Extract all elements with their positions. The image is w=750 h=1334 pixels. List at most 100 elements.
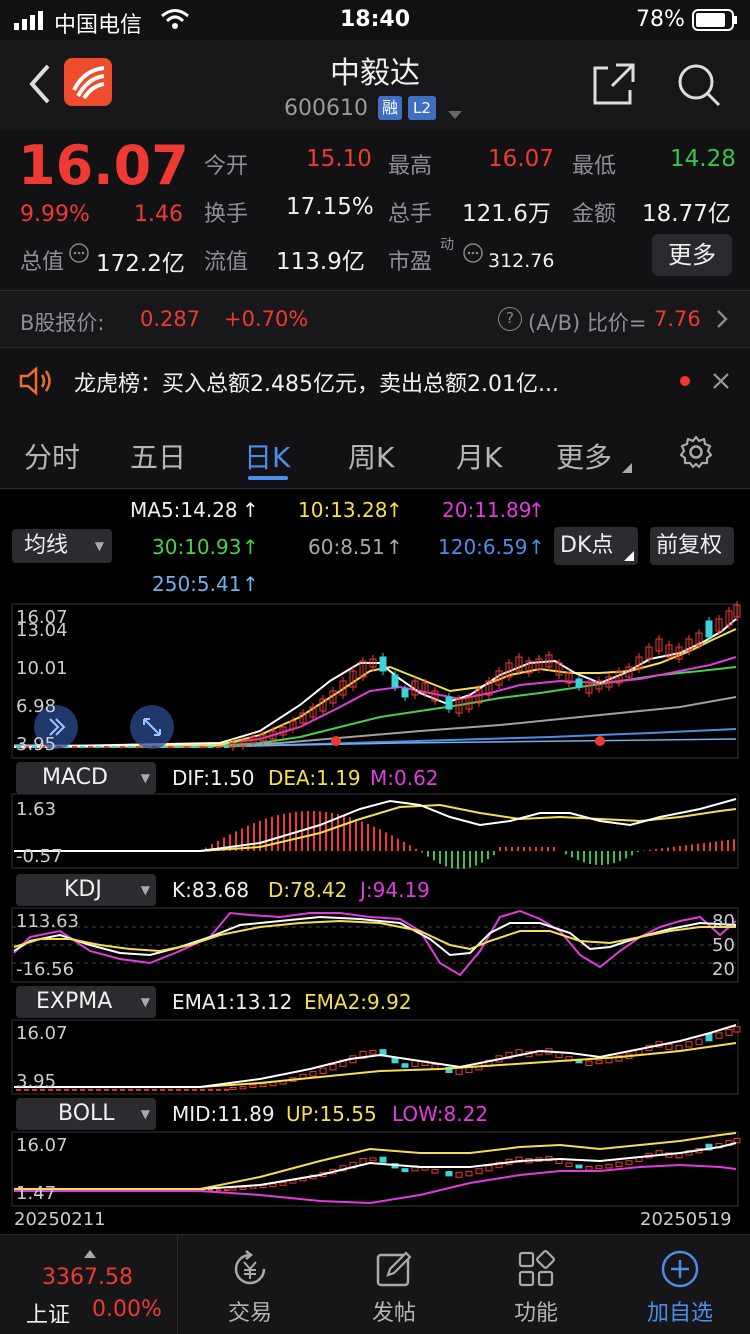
macd-m: M:0.62 xyxy=(370,766,439,790)
expma-selector[interactable]: EXPMA ▼ xyxy=(16,986,156,1018)
help-icon[interactable]: ? xyxy=(498,307,522,331)
kline-y-3: 10.01 xyxy=(16,658,68,679)
kdj-y-min: -16.56 xyxy=(16,959,75,980)
close-icon[interactable] xyxy=(712,372,730,394)
battery-icon xyxy=(692,9,738,37)
dropdown-triangle-icon[interactable] xyxy=(448,104,462,123)
dropdown-arrow-icon: ▼ xyxy=(140,771,150,785)
macd-y-min: -0.57 xyxy=(16,846,63,867)
float-label: 流值 xyxy=(204,250,249,275)
stock-header: 中毅达 600610 融 L2 xyxy=(0,40,750,130)
up-arrow-icon: ↑ xyxy=(242,498,259,522)
dk-buy-point xyxy=(595,736,605,746)
nav-add-watchlist-label: 加自选 xyxy=(646,1301,713,1326)
stock-name: 中毅达 xyxy=(330,56,420,91)
open-value: 15.10 xyxy=(306,146,372,172)
adjust-button[interactable]: 前复权 xyxy=(650,527,734,565)
index-ticker[interactable]: 3367.58 上证 0.00% xyxy=(0,1235,178,1334)
expand-up-icon xyxy=(84,1243,96,1262)
tab-weekly-k[interactable]: 周K xyxy=(348,436,394,476)
nav-add-watchlist[interactable]: 加自选 xyxy=(626,1249,734,1327)
index-name: 上证 xyxy=(26,1303,71,1328)
low-value: 14.28 xyxy=(670,146,736,172)
speaker-icon xyxy=(18,366,54,400)
ema2-value: EMA2:9.92 xyxy=(304,990,412,1014)
search-icon[interactable] xyxy=(676,62,722,112)
kdj-ref-80: 80 xyxy=(712,911,735,932)
nav-trade-label: 交易 xyxy=(227,1301,272,1326)
amount-label: 金额 xyxy=(572,202,617,227)
macd-selector[interactable]: MACD ▼ xyxy=(16,762,156,794)
l2-badge: L2 xyxy=(408,96,436,120)
unread-dot xyxy=(680,376,690,386)
macd-selector-label: MACD xyxy=(42,765,108,790)
notice-bar[interactable]: 龙虎榜：买入总额2.485亿元，卖出总额2.01亿... xyxy=(0,348,750,414)
nav-post-label: 发帖 xyxy=(371,1301,416,1326)
kdj-j: J:94.19 xyxy=(360,878,430,902)
tab-monthly-k[interactable]: 月K xyxy=(456,436,502,476)
bottom-nav: 3367.58 上证 0.00% 交易 发帖 功能 加自选 xyxy=(0,1234,750,1334)
float-value: 113.9亿 xyxy=(276,249,365,275)
nav-post[interactable]: 发帖 xyxy=(340,1249,448,1327)
pe-label: 市盈 xyxy=(388,250,433,275)
up-arrow-icon: ↑ xyxy=(386,535,403,559)
ab-ratio-value: 7.76 xyxy=(654,307,701,331)
nav-trade[interactable]: 交易 xyxy=(196,1249,304,1327)
ma20-value: 20:11.89 xyxy=(442,498,532,522)
date-start: 20250211 xyxy=(14,1209,106,1230)
ma-legend: 均线 ▼ MA5:14.28 ↑ 10:13.28 ↑ 20:11.89 ↑ 30… xyxy=(0,489,750,601)
change-value: 1.46 xyxy=(134,202,183,227)
trade-icon xyxy=(234,1250,266,1285)
stock-code: 600610 xyxy=(284,96,368,121)
info-icon[interactable] xyxy=(68,242,90,268)
b-share-row[interactable]: B股报价: 0.287 +0.70% ? (A/B) 比价= 7.76 xyxy=(0,291,750,347)
boll-mid: MID:11.89 xyxy=(172,1102,275,1126)
boll-y-max: 16.07 xyxy=(16,1135,68,1156)
tab-intraday[interactable]: 分时 xyxy=(24,436,80,476)
tab-more[interactable]: 更多 xyxy=(556,436,612,476)
tab-five-day[interactable]: 五日 xyxy=(130,436,186,476)
carrier-label: 中国电信 xyxy=(54,13,143,38)
macd-y-max: 1.63 xyxy=(16,799,57,820)
ma-selector[interactable]: 均线 ▼ xyxy=(12,529,112,563)
more-triangle-icon xyxy=(622,458,632,477)
nav-function[interactable]: 功能 xyxy=(482,1249,590,1327)
kdj-selector[interactable]: KDJ ▼ xyxy=(16,874,156,906)
boll-y-min: 1.47 xyxy=(16,1183,57,1204)
chart-area[interactable] xyxy=(0,601,750,1234)
more-button[interactable]: 更多 xyxy=(652,234,732,276)
dk-buy-point xyxy=(331,736,341,746)
clock: 18:40 xyxy=(340,7,411,32)
kline-y-2: 13.04 xyxy=(16,620,68,641)
current-price: 16.07 xyxy=(18,134,189,197)
boll-low: LOW:8.22 xyxy=(392,1102,489,1126)
b-share-label: B股报价: xyxy=(20,311,105,335)
expma-selector-label: EXPMA xyxy=(36,989,113,1014)
dropdown-arrow-icon: ▼ xyxy=(140,1107,150,1121)
open-label: 今开 xyxy=(204,154,249,179)
signal-icon xyxy=(14,10,48,36)
dk-point-button[interactable]: DK点 xyxy=(554,527,638,565)
up-arrow-icon: ↑ xyxy=(528,498,545,522)
chevron-right-icon xyxy=(716,309,728,333)
up-arrow-icon: ↑ xyxy=(242,535,259,559)
notice-text: 龙虎榜：买入总额2.485亿元，卖出总额2.01亿... xyxy=(74,372,559,397)
mktcap-value: 172.2亿 xyxy=(96,251,185,277)
tab-daily-k[interactable]: 日K xyxy=(244,436,290,476)
up-arrow-icon: ↑ xyxy=(528,535,545,559)
pe-info-icon[interactable] xyxy=(462,242,484,268)
high-label: 最高 xyxy=(388,154,433,179)
kdj-selector-label: KDJ xyxy=(64,877,102,902)
ma120-value: 120:6.59 xyxy=(438,535,528,559)
pe-dynamic-tag: 动 xyxy=(440,237,454,253)
b-share-price: 0.287 xyxy=(140,307,201,331)
kline-y-4: 6.98 xyxy=(16,696,57,717)
boll-selector[interactable]: BOLL ▼ xyxy=(16,1098,156,1130)
kdj-d: D:78.42 xyxy=(268,878,348,902)
low-label: 最低 xyxy=(572,154,617,179)
share-icon[interactable] xyxy=(592,62,636,110)
index-value: 3367.58 xyxy=(42,1265,133,1290)
grid-icon xyxy=(518,1250,555,1287)
settings-gear-icon[interactable] xyxy=(678,434,714,474)
expma-y-min: 3.95 xyxy=(16,1071,57,1092)
